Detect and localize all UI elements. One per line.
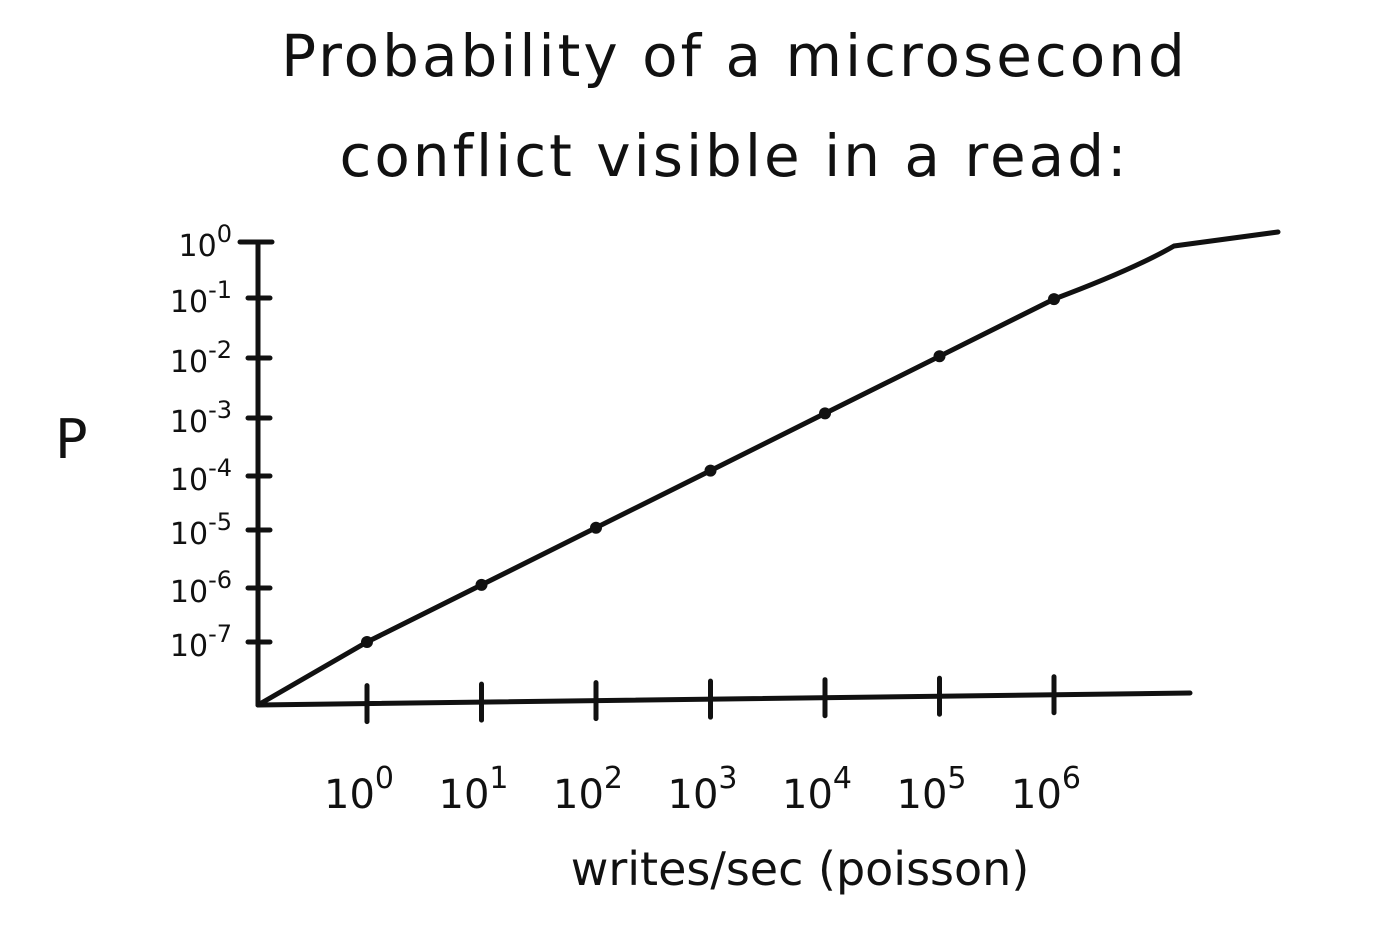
x-tick-label: 105 <box>897 761 967 818</box>
x-tick-label: 102 <box>553 761 623 818</box>
data-point <box>933 350 946 363</box>
x-tick-label: 101 <box>439 761 509 818</box>
y-axis-label: P <box>55 408 88 471</box>
series <box>255 229 1281 708</box>
y-tick-label: 10-2 <box>170 336 232 380</box>
y-tick-label: 10-3 <box>170 396 232 440</box>
data-point <box>361 636 373 648</box>
y-ticks: 100 10-1 10-2 10-3 10-4 10-5 10-6 10-7 <box>170 220 273 664</box>
data-point <box>819 407 831 420</box>
data-point <box>590 521 602 534</box>
x-axis-line <box>255 690 1193 708</box>
y-tick-label: 10-1 <box>170 276 232 320</box>
data-point <box>475 578 488 591</box>
chart-svg: 100 10-1 10-2 10-3 10-4 10-5 10-6 10-7 100 101 10… <box>55 220 1281 896</box>
x-axis-label: writes/sec (poisson) <box>571 842 1030 896</box>
x-tick-label: 103 <box>668 761 738 818</box>
x-tick-label: 100 <box>324 761 394 818</box>
data-point <box>1048 293 1060 306</box>
y-tick-label: 10-7 <box>170 620 232 664</box>
y-tick-label: 10-6 <box>170 566 232 610</box>
x-tick-label: 106 <box>1011 761 1081 818</box>
y-tick-label: 10-4 <box>170 454 232 498</box>
y-tick-label: 100 <box>179 220 232 264</box>
x-tick-label: 104 <box>782 761 852 818</box>
chart-container: Probability of a microsecond conflict vi… <box>0 0 1389 937</box>
series-line <box>255 229 1281 708</box>
y-tick-label: 10-5 <box>170 508 232 552</box>
data-point <box>704 464 717 477</box>
